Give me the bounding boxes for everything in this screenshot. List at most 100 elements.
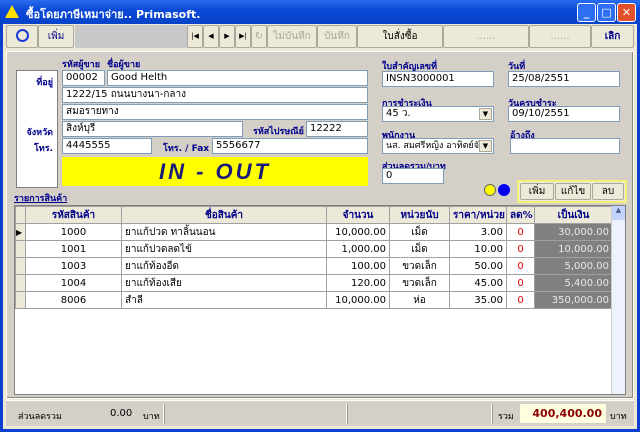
cell-discount-percent[interactable]: 0 bbox=[506, 240, 535, 258]
save-button[interactable]: บันทึก bbox=[317, 25, 357, 48]
add-button[interactable]: เพิ่ม bbox=[38, 25, 74, 48]
main-window: เพิ่ม |◀ ◀ ▶ ▶| ↻ ไม่บันทึก บันทึก ใบสั่… bbox=[3, 24, 637, 429]
cell-discount-percent[interactable]: 0 bbox=[506, 291, 535, 309]
prev-record-button[interactable]: ◀ bbox=[203, 25, 219, 48]
item-delete-button[interactable]: ลบ bbox=[592, 183, 624, 200]
item-edit-button[interactable]: แก้ไข bbox=[555, 183, 591, 200]
search-button[interactable] bbox=[6, 25, 38, 48]
column-header-quantity[interactable]: จำนวน bbox=[326, 206, 390, 224]
ref-field[interactable] bbox=[510, 138, 620, 154]
cell-quantity[interactable]: 1,000.00 bbox=[326, 240, 390, 258]
table-row[interactable]: 8006 สำลี 10,000.00 ห่อ 35.00 0 350,000.00 bbox=[15, 291, 613, 309]
cell-amount[interactable]: 10,000.00 bbox=[534, 240, 613, 258]
exit-button[interactable]: เลิก bbox=[591, 25, 634, 48]
maximize-button[interactable]: □ bbox=[597, 3, 616, 22]
chevron-down-icon[interactable]: ▼ bbox=[479, 140, 492, 152]
first-record-button[interactable]: |◀ bbox=[187, 25, 203, 48]
cell-discount-percent[interactable]: 0 bbox=[506, 223, 535, 241]
cell-discount-percent[interactable]: 0 bbox=[506, 257, 535, 275]
cell-unit-price[interactable]: 45.00 bbox=[449, 274, 507, 292]
cell-unit[interactable]: ห่อ bbox=[389, 291, 450, 309]
vendor-name-field[interactable]: Good Helth bbox=[107, 70, 368, 86]
row-selector[interactable]: ▶ bbox=[15, 223, 26, 241]
blue-indicator-icon bbox=[498, 184, 510, 196]
cancel-save-button[interactable]: ไม่บันทึก bbox=[267, 25, 317, 48]
cell-unit-price[interactable]: 35.00 bbox=[449, 291, 507, 309]
cell-unit-price[interactable]: 10.00 bbox=[449, 240, 507, 258]
next-record-button[interactable]: ▶ bbox=[219, 25, 235, 48]
cell-product-name[interactable]: ยาแก้ท้องอืด bbox=[121, 257, 327, 275]
cell-unit-price[interactable]: 3.00 bbox=[449, 223, 507, 241]
cell-product-code[interactable]: 1003 bbox=[25, 257, 122, 275]
chevron-down-icon[interactable]: ▼ bbox=[479, 108, 492, 120]
province-field[interactable]: สิงห์บุรี bbox=[62, 121, 243, 137]
column-header-unit[interactable]: หน่วยนับ bbox=[389, 206, 450, 224]
doc-number-field[interactable]: INSN3000001 bbox=[382, 71, 494, 87]
cell-product-name[interactable]: ยาแก้ปวด ทาลิ้นนอน bbox=[121, 223, 327, 241]
cell-amount[interactable]: 350,000.00 bbox=[534, 291, 613, 309]
address2-field[interactable]: สมอรายทาง bbox=[62, 104, 368, 120]
row-selector[interactable] bbox=[15, 240, 26, 258]
address-label-box: ที่อยู่ จังหวัด โทร. bbox=[16, 70, 58, 188]
column-header-discount-percent[interactable]: ลด% bbox=[506, 206, 535, 224]
employee-select[interactable]: นส. สมศรีหญิง อาทิตย์จันร ▼ bbox=[382, 138, 494, 154]
cell-quantity[interactable]: 10,000.00 bbox=[326, 223, 390, 241]
last-record-button[interactable]: ▶| bbox=[235, 25, 251, 48]
blank-button-1[interactable]: ...... bbox=[443, 25, 529, 48]
payment-select[interactable]: 45 ว. ▼ bbox=[382, 106, 494, 122]
cell-product-name[interactable]: สำลี bbox=[121, 291, 327, 309]
date-field[interactable]: 25/08/2551 bbox=[508, 71, 620, 87]
cell-quantity[interactable]: 120.00 bbox=[326, 274, 390, 292]
cell-unit[interactable]: ขวดเล็ก bbox=[389, 257, 450, 275]
cell-amount[interactable]: 5,400.00 bbox=[534, 274, 613, 292]
cell-unit[interactable]: เม็ด bbox=[389, 223, 450, 241]
column-header-product-code[interactable]: รหัสสินค้า bbox=[25, 206, 122, 224]
discount-field[interactable]: 0 bbox=[382, 168, 444, 184]
cell-unit[interactable]: ขวดเล็ก bbox=[389, 274, 450, 292]
cell-product-code[interactable]: 1004 bbox=[25, 274, 122, 292]
cell-quantity[interactable]: 10,000.00 bbox=[326, 291, 390, 309]
items-title-link[interactable]: รายการสินค้า bbox=[14, 191, 67, 205]
blank-button-2[interactable]: ...... bbox=[529, 25, 591, 48]
scroll-up-icon[interactable]: ▲ bbox=[612, 206, 625, 220]
cell-product-name[interactable]: ยาแก้ท้องเสีย bbox=[121, 274, 327, 292]
refresh-button[interactable]: ↻ bbox=[251, 25, 267, 48]
close-button[interactable]: ✕ bbox=[617, 3, 636, 22]
in-out-banner: IN - OUT bbox=[62, 157, 368, 186]
table-row[interactable]: 1004 ยาแก้ท้องเสีย 120.00 ขวดเล็ก 45.00 0 5,40… bbox=[15, 274, 613, 292]
status-divider bbox=[491, 404, 493, 424]
cell-quantity[interactable]: 100.00 bbox=[326, 257, 390, 275]
address1-field[interactable]: 1222/15 ถนนบางนา-กลาง bbox=[62, 87, 368, 103]
zip-field[interactable]: 12222 bbox=[306, 121, 368, 137]
fax-field[interactable]: 5556677 bbox=[212, 138, 368, 154]
row-selector[interactable] bbox=[15, 291, 26, 309]
minimize-button[interactable]: _ bbox=[577, 3, 596, 22]
cell-product-code[interactable]: 1000 bbox=[25, 223, 122, 241]
cell-amount[interactable]: 5,000.00 bbox=[534, 257, 613, 275]
cell-product-code[interactable]: 1001 bbox=[25, 240, 122, 258]
total-label: รวม bbox=[498, 412, 514, 422]
column-header-unit-price[interactable]: ราคา/หน่วย bbox=[449, 206, 507, 224]
due-date-field[interactable]: 09/10/2551 bbox=[508, 106, 620, 122]
vendor-code-field[interactable]: 00002 bbox=[62, 70, 105, 86]
table-row[interactable]: ▶ 1000 ยาแก้ปวด ทาลิ้นนอน 10,000.00 เม็ด 3.00… bbox=[15, 223, 613, 241]
column-header-amount[interactable]: เป็นเงิน bbox=[534, 206, 613, 224]
status-divider bbox=[163, 404, 165, 424]
cell-unit[interactable]: เม็ด bbox=[389, 240, 450, 258]
column-header-product-name[interactable]: ชื่อสินค้า bbox=[121, 206, 327, 224]
cell-unit-price[interactable]: 50.00 bbox=[449, 257, 507, 275]
address-label: ที่อยู่ bbox=[36, 78, 53, 88]
purchase-order-button[interactable]: ใบสั่งซื้อ bbox=[357, 25, 443, 48]
phone-field[interactable]: 4445555 bbox=[62, 138, 152, 154]
item-add-button[interactable]: เพิ่ม bbox=[520, 183, 554, 200]
cell-product-name[interactable]: ยาแก้ปวดลดไข้ bbox=[121, 240, 327, 258]
table-row[interactable]: 1001 ยาแก้ปวดลดไข้ 1,000.00 เม็ด 10.00 0 10,00… bbox=[15, 240, 613, 258]
table-row[interactable]: 1003 ยาแก้ท้องอืด 100.00 ขวดเล็ก 50.00 0 5,000… bbox=[15, 257, 613, 275]
cell-product-code[interactable]: 8006 bbox=[25, 291, 122, 309]
row-selector[interactable] bbox=[15, 257, 26, 275]
row-selector[interactable] bbox=[15, 274, 26, 292]
row-selector-header bbox=[15, 206, 26, 224]
cell-amount[interactable]: 30,000.00 bbox=[534, 223, 613, 241]
cell-discount-percent[interactable]: 0 bbox=[506, 274, 535, 292]
vertical-scrollbar[interactable]: ▲ bbox=[611, 206, 625, 394]
